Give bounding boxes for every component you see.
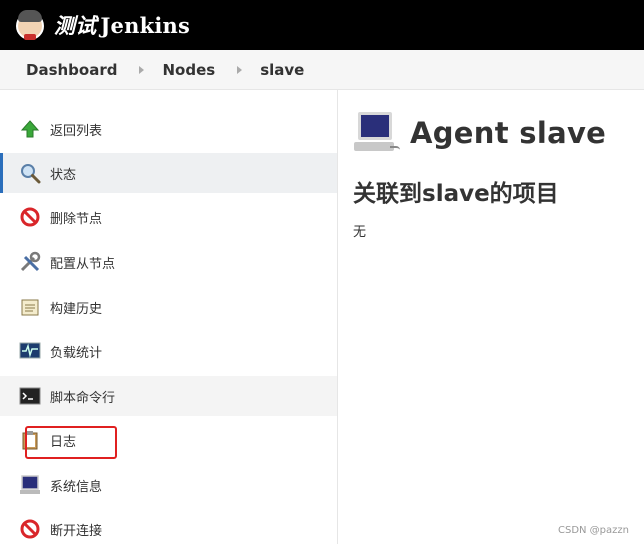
terminal-icon xyxy=(19,385,41,407)
jenkins-logo-icon[interactable] xyxy=(14,8,46,42)
task-label: 系统信息 xyxy=(50,476,102,495)
task-label: 断开连接 xyxy=(50,520,102,539)
task-delete-node[interactable]: 删除节点 xyxy=(0,197,337,237)
computer-icon xyxy=(354,112,400,154)
task-disconnect[interactable]: 断开连接 xyxy=(0,509,337,549)
brand-cn: 测试 xyxy=(54,13,96,38)
page-title-row: Agent slave xyxy=(354,112,606,154)
task-label: 构建历史 xyxy=(50,298,102,317)
main-panel: Agent slave 关联到slave的项目 无 xyxy=(352,90,644,544)
notepad-icon xyxy=(19,296,41,318)
empty-projects-text: 无 xyxy=(353,221,366,240)
tools-icon xyxy=(19,251,41,273)
task-configure-node[interactable]: 配置从节点 xyxy=(0,242,337,282)
up-arrow-icon xyxy=(19,118,41,140)
monitor-graph-icon xyxy=(19,340,41,362)
brand-title[interactable]: 测试Jenkins xyxy=(54,10,190,40)
task-label: 负载统计 xyxy=(50,342,102,361)
related-projects-heading: 关联到slave的项目 xyxy=(353,174,559,208)
clipboard-icon xyxy=(19,429,41,451)
task-label: 脚本命令行 xyxy=(50,387,115,406)
task-label: 日志 xyxy=(50,431,76,450)
breadcrumb: Dashboard Nodes slave xyxy=(0,50,644,90)
task-label: 状态 xyxy=(50,164,76,183)
task-label: 配置从节点 xyxy=(50,253,115,272)
breadcrumb-slave[interactable]: slave xyxy=(260,61,304,79)
page-title: Agent slave xyxy=(410,116,606,150)
no-entry-icon xyxy=(19,518,41,540)
brand-en: Jenkins xyxy=(100,13,190,38)
task-status[interactable]: 状态 xyxy=(0,153,337,193)
task-label: 返回列表 xyxy=(50,120,102,139)
task-build-history[interactable]: 构建历史 xyxy=(0,287,337,327)
watermark: CSDN @pazzn xyxy=(558,525,629,536)
breadcrumb-separator-icon[interactable] xyxy=(139,66,144,74)
task-system-info[interactable]: 系统信息 xyxy=(0,465,337,505)
task-load-statistics[interactable]: 负载统计 xyxy=(0,331,337,371)
breadcrumb-separator-icon[interactable] xyxy=(237,66,242,74)
task-script-console[interactable]: 脚本命令行 xyxy=(0,376,337,416)
side-panel: 返回列表 状态 删除节点 配置从节点 构建历史 负载统计 脚本命 xyxy=(0,90,338,544)
breadcrumb-nodes[interactable]: Nodes xyxy=(162,61,215,79)
breadcrumb-dashboard[interactable]: Dashboard xyxy=(26,61,117,79)
task-label: 删除节点 xyxy=(50,208,102,227)
top-header: 测试Jenkins xyxy=(0,0,644,50)
no-entry-icon xyxy=(19,206,41,228)
task-back-to-list[interactable]: 返回列表 xyxy=(0,109,337,149)
search-icon xyxy=(19,162,41,184)
task-log[interactable]: 日志 xyxy=(0,420,337,460)
computer-icon xyxy=(19,474,41,496)
